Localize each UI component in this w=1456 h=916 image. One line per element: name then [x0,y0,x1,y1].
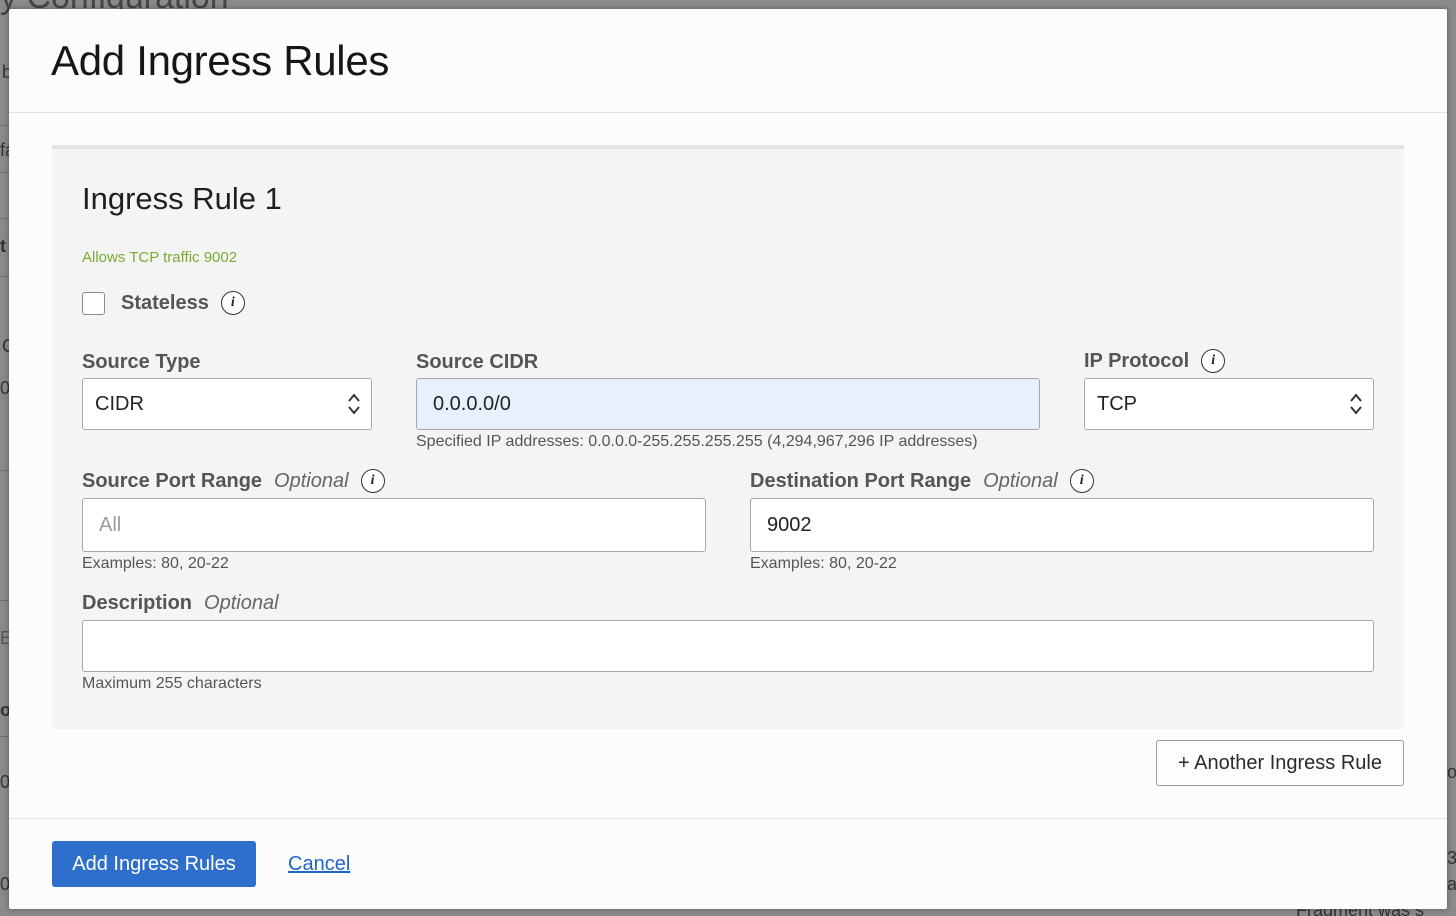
ingress-rule-panel: Ingress Rule 1 Allows TCP traffic 9002 S… [52,145,1404,729]
background-fragment: 3 [1447,848,1456,868]
destination-port-range-input[interactable]: 9002 [750,498,1374,552]
destination-port-range-helper: Examples: 80, 20-22 [750,555,897,572]
select-arrows-icon [1350,393,1362,415]
source-cidr-value: 0.0.0.0/0 [433,392,511,415]
ip-protocol-label: IP Protocol i [1084,349,1226,373]
info-icon[interactable]: i [220,291,245,315]
background-divider [0,172,9,173]
optional-tag: Optional [204,592,279,614]
source-port-range-helper: Examples: 80, 20-22 [82,555,229,572]
info-icon[interactable]: i [1201,349,1226,373]
dialog-footer: Add Ingress Rules Cancel [9,818,1447,909]
destination-port-range-label-text: Destination Port Range [750,469,972,492]
info-icon[interactable]: i [1069,469,1094,493]
source-port-range-label-text: Source Port Range [82,469,263,492]
destination-port-range-label: Destination Port Range Optional i [750,469,1094,493]
optional-tag: Optional [983,469,1058,492]
ip-protocol-select[interactable]: TCP [1084,378,1374,430]
background-fragment: o [1447,762,1456,782]
stateless-row: Stateless i [82,291,245,315]
optional-tag: Optional [274,469,349,492]
description-input[interactable] [82,620,1374,672]
source-port-range-placeholder: All [99,513,122,536]
stateless-label: Stateless [121,291,209,314]
source-cidr-helper: Specified IP addresses: 0.0.0.0-255.255.… [416,433,978,450]
source-type-value: CIDR [95,392,144,415]
dialog-header: Add Ingress Rules [9,9,1447,113]
background-divider [0,125,9,126]
background-divider [0,736,9,737]
background-divider [0,470,9,471]
source-type-select[interactable]: CIDR [82,378,372,430]
background-fragment: t [0,236,6,256]
source-port-range-label: Source Port Range Optional i [82,469,385,493]
source-cidr-label: Source CIDR [416,351,538,374]
ip-protocol-value: TCP [1097,392,1137,415]
stateless-checkbox[interactable] [82,291,105,315]
source-type-label-text: Source Type [82,351,201,373]
another-ingress-rule-button[interactable]: + Another Ingress Rule [1156,740,1404,786]
add-ingress-rules-button[interactable]: Add Ingress Rules [52,841,256,887]
source-cidr-label-text: Source CIDR [416,351,539,373]
rule-title: Ingress Rule 1 [82,181,282,216]
cancel-link[interactable]: Cancel [288,853,350,876]
source-type-label: Source Type [82,351,201,374]
description-label-text: Description [82,592,193,614]
ip-protocol-label-text: IP Protocol [1084,349,1190,372]
source-port-range-input[interactable]: All [82,498,706,552]
info-icon[interactable]: i [360,469,385,493]
background-divider [0,218,9,219]
background-fragment: a [1447,874,1456,894]
destination-port-range-value: 9002 [767,513,812,536]
background-divider [0,276,9,277]
description-label: Description Optional [82,592,279,615]
dialog-title: Add Ingress Rules [51,37,390,84]
source-cidr-input[interactable]: 0.0.0.0/0 [416,378,1040,430]
description-helper: Maximum 255 characters [82,675,262,692]
rule-summary: Allows TCP traffic 9002 [82,249,238,266]
select-arrows-icon [348,393,360,415]
background-divider [0,600,9,601]
add-ingress-rules-dialog: Add Ingress Rules Ingress Rule 1 Allows … [9,9,1447,909]
